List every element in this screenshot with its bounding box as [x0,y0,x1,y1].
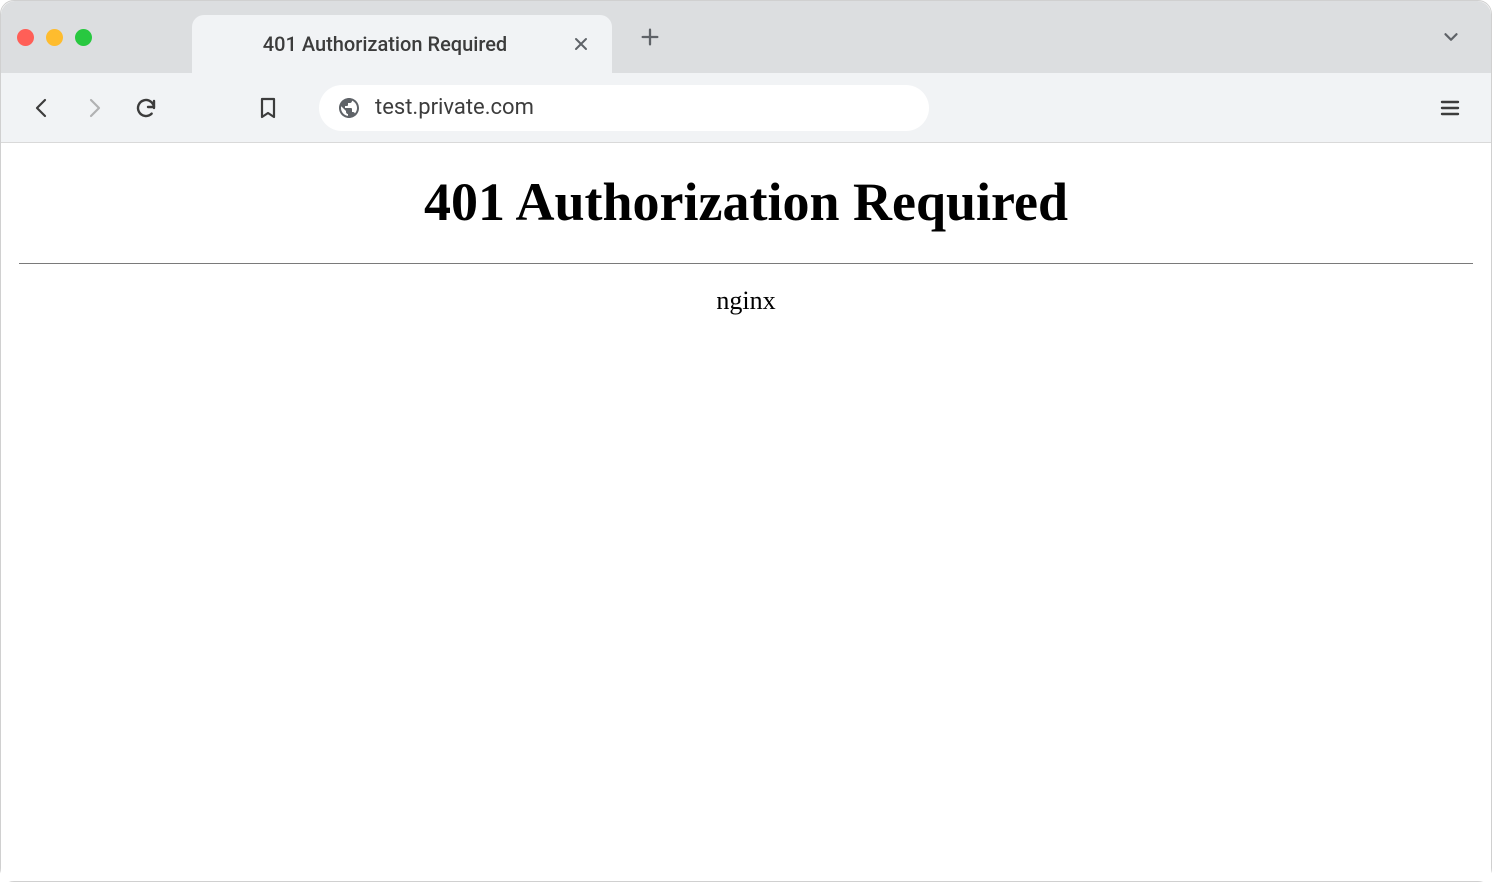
page-heading: 401 Authorization Required [19,171,1473,233]
back-button[interactable] [21,87,63,129]
reload-button[interactable] [125,87,167,129]
bookmark-button[interactable] [247,87,289,129]
tab-bar: 401 Authorization Required [1,1,1491,73]
forward-button[interactable] [73,87,115,129]
close-tab-button[interactable] [570,33,592,55]
divider [19,263,1473,264]
address-bar[interactable]: test.private.com [319,85,929,131]
window-controls [17,29,92,46]
tab-title: 401 Authorization Required [220,32,570,56]
toolbar: test.private.com [1,73,1491,143]
tabs-dropdown-button[interactable] [1433,19,1469,55]
address-url: test.private.com [375,95,534,120]
globe-icon [337,96,361,120]
server-label: nginx [19,286,1473,316]
minimize-window-button[interactable] [46,29,63,46]
close-window-button[interactable] [17,29,34,46]
browser-tab[interactable]: 401 Authorization Required [192,15,612,73]
maximize-window-button[interactable] [75,29,92,46]
menu-button[interactable] [1429,87,1471,129]
page-content: 401 Authorization Required nginx [1,143,1491,881]
new-tab-button[interactable] [630,17,670,57]
